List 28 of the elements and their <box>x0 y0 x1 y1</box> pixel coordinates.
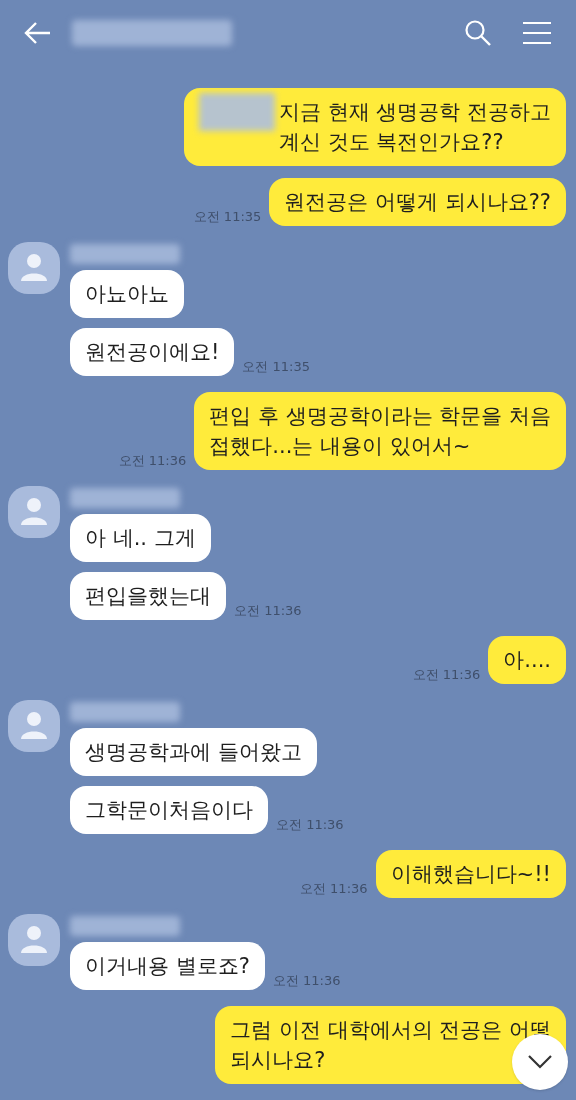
avatar-icon[interactable] <box>8 700 60 752</box>
message-time: 오전 11:35 <box>242 357 311 376</box>
message-time: 오전 11:36 <box>118 451 187 470</box>
message-time: 오전 11:36 <box>276 815 344 834</box>
message-bubble[interactable]: 생명공학과에 들어왔고 <box>70 728 317 776</box>
message-bubble[interactable]: 아.... <box>488 636 566 684</box>
message-bubble[interactable]: 아 네.. 그게 <box>70 514 211 562</box>
message-bubble[interactable]: 이거내용 별로죠? <box>70 942 265 990</box>
search-icon[interactable] <box>464 19 492 47</box>
message-bubble[interactable]: 그학문이처음이다 <box>70 786 268 834</box>
back-arrow-icon[interactable] <box>24 21 52 45</box>
message-time: 오전 11:35 <box>193 207 262 226</box>
avatar-icon[interactable] <box>8 486 60 538</box>
message-time: 오전 11:36 <box>412 665 481 684</box>
avatar-icon[interactable] <box>8 242 60 294</box>
message-time: 오전 11:36 <box>272 971 341 990</box>
avatar-icon[interactable] <box>8 914 60 966</box>
message-bubble[interactable]: 아뇨아뇨 <box>70 270 184 318</box>
message-bubble[interactable]: 지금 현재 생명공학 전공하고 계신 것도 복전인가요?? <box>183 88 566 166</box>
message-bubble[interactable]: 이해했습니다~!! <box>375 850 566 898</box>
message-bubble[interactable]: 편입 후 생명공학이라는 학문을 처음 접했다...는 내용이 있어서~ <box>194 392 566 470</box>
menu-icon[interactable] <box>522 21 552 45</box>
chevron-down-icon <box>527 1054 553 1070</box>
message-bubble[interactable]: 원전공은 어떻게 되시나요?? <box>269 178 566 226</box>
message-bubble[interactable]: 편입을했는대 <box>70 572 226 620</box>
message-bubble[interactable]: 원전공이에요! <box>70 328 235 376</box>
message-time: 오전 11:36 <box>234 601 302 620</box>
message-time: 오전 11:36 <box>299 879 368 898</box>
